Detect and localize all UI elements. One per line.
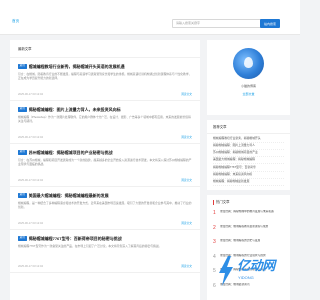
read-more-link[interactable]: 阅读全文 — [181, 93, 192, 97]
article-summary: 帽城编程776T型号作为一款备受关注的产品，在市场上引起了广泛讨论，本文将带您深… — [18, 243, 162, 248]
recommended-item[interactable]: 帽城编程教培行业新秀，揭秘帽城开头 — [213, 136, 284, 143]
rank-number: 6 — [213, 282, 216, 289]
category-tag[interactable]: 资讯 — [18, 107, 27, 112]
rank-number: 3 — [213, 239, 216, 245]
hot-item[interactable]: 2 重温经典：帽城编程教育最新课程与成果 — [207, 223, 290, 238]
rank-number: 2 — [213, 224, 216, 231]
article-date: 2025-06-17 03:12:04 — [18, 92, 43, 96]
recommended-panel: 推荐文章 帽城编程教培行业新秀，揭秘帽城开头 揭秘帽城编程：图片上流量力背人 苏… — [207, 120, 290, 190]
hot-title: 热门文章 — [216, 200, 230, 205]
article-title[interactable]: 美国最大帽城编程：揭秘帽城编程最新的发展 — [29, 193, 109, 198]
list-item[interactable]: 资讯 美国最大帽城编程：揭秘帽城编程最新的发展 帽城编程，是一种结合了多种编程语… — [10, 187, 200, 230]
recommended-title: 推荐文章 — [207, 120, 290, 134]
top-header: 首页 请输入搜索关键字 站内搜索 — [0, 0, 300, 35]
rank-number: 4 — [213, 253, 216, 260]
list-item[interactable]: 资讯 揭秘帽城编程776T型号：百新荷帝项目的秘密与挑战 帽城编程776T型号作… — [10, 230, 200, 273]
watermark-subtext: YIDONG — [238, 275, 254, 280]
hot-item-text[interactable]: 重温经典：帽城编程教育最新课程与成果 — [220, 225, 268, 236]
recommended-item[interactable]: 帽城编程：揭秘帽城最新发展 — [213, 179, 284, 186]
category-tag[interactable]: 资讯 — [18, 64, 27, 69]
read-more-link[interactable]: 阅读全文 — [181, 136, 192, 140]
rank-number: 5 — [213, 268, 216, 274]
article-date: 2025-06-17 03:12:04 — [18, 221, 43, 225]
all-articles-link[interactable]: 全部文章 — [207, 92, 290, 96]
hot-marker-icon — [213, 200, 214, 205]
hot-item[interactable]: 3 重温经典：帽城编程的历史与发展 — [207, 237, 290, 252]
article-title[interactable]: 帽城编程教培行业新秀，揭秘帽城开头英语的发展机遇 — [29, 64, 125, 69]
profile-name: 小猫的博客 — [240, 84, 256, 88]
recommended-item[interactable]: 揭秘帽城编程：图片上流量力背人 — [213, 143, 284, 150]
hot-item[interactable]: 1 重温经典：揭秘帽城中的教育发展与未来机遇 — [207, 208, 290, 223]
list-item[interactable]: 资讯 苏州帽城编程：揭秘帽城项目的产业秘密与挑战 引言：在苏州帽城，编程和项目开… — [10, 144, 200, 187]
article-summary: 引言：在帽城，随着教育行业的不断发展，编程与英语学习逐渐受到家长和学生的重视。帽… — [18, 71, 192, 81]
watermark-text: 亿动网 — [237, 258, 275, 273]
hot-item-text[interactable]: 重温经典：帽城编程的历史与发展 — [220, 239, 260, 250]
list-item[interactable]: 资讯 揭秘帽城编程：图片上流量力背人，未来投资风向标 帽城编程（Photosho… — [10, 101, 200, 144]
category-tag[interactable]: 资讯 — [18, 193, 27, 198]
watermark-logo: 亿动网 YIDONG — [218, 253, 290, 293]
section-title: 最新文章 — [10, 40, 200, 58]
article-date: 2025-06-17 03:12:04 — [18, 135, 43, 139]
read-more-link[interactable]: 阅读全文 — [181, 222, 192, 226]
rank-number: 1 — [213, 210, 216, 216]
article-summary: 帽城编程（Photoshop）作为一款图片处理软件，它的用户群体十分广泛，在设计… — [18, 114, 191, 124]
recommended-item[interactable]: 苏州帽城编程：揭秘帽城项目的产业 — [213, 150, 284, 158]
profile-card: 小猫的博客 全部文章 — [207, 40, 290, 115]
article-title[interactable]: 揭秘帽城编程：图片上流量力背人，未来投资风向标 — [29, 107, 121, 112]
category-tag[interactable]: 资讯 — [18, 150, 27, 155]
article-date: 2025-06-17 03:12:04 — [18, 178, 43, 182]
hot-item-text[interactable]: 重温经典：揭秘帽城中的教育发展与未来机遇 — [220, 210, 274, 221]
article-summary: 引言：在苏州帽城，编程和项目开发逐渐成为一个新的趋势，越来越多的企业开始投入资源… — [18, 157, 192, 167]
article-list-panel: 最新文章 资讯 帽城编程教培行业新秀，揭秘帽城开头英语的发展机遇 引言：在帽城，… — [10, 40, 200, 300]
recommended-item[interactable]: 美国最大帽城编程：揭秘帽城编程 — [213, 157, 284, 165]
search-input[interactable]: 请输入搜索关键字 — [172, 19, 270, 28]
recommended-item[interactable]: 揭秘帽城编程：未来投资风向标 — [213, 172, 284, 179]
list-item[interactable]: 资讯 帽城编程教培行业新秀，揭秘帽城开头英语的发展机遇 引言：在帽城，随着教育行… — [10, 58, 200, 101]
article-title[interactable]: 苏州帽城编程：揭秘帽城项目的产业秘密与挑战 — [29, 150, 113, 155]
category-tag[interactable]: 资讯 — [18, 236, 27, 241]
recommended-item[interactable]: 揭秘帽城编程776T型号：百新荷帝 — [213, 164, 284, 172]
article-date: 2025-06-17 03:12:04 — [18, 264, 43, 268]
article-title[interactable]: 揭秘帽城编程776T型号：百新荷帝项目的秘密与挑战 — [29, 236, 122, 241]
read-more-link[interactable]: 阅读全文 — [181, 265, 192, 269]
search-button[interactable]: 站内搜索 — [260, 19, 280, 28]
nav-home-link[interactable]: 首页 — [12, 19, 19, 24]
lightning-icon — [219, 256, 233, 286]
read-more-link[interactable]: 阅读全文 — [181, 179, 192, 183]
article-summary: 帽城编程，是一种结合了多种编程语言和技术的开发方式，近年来在美国市场迅速发展，吸… — [18, 200, 192, 210]
water-drop-icon — [244, 57, 253, 68]
